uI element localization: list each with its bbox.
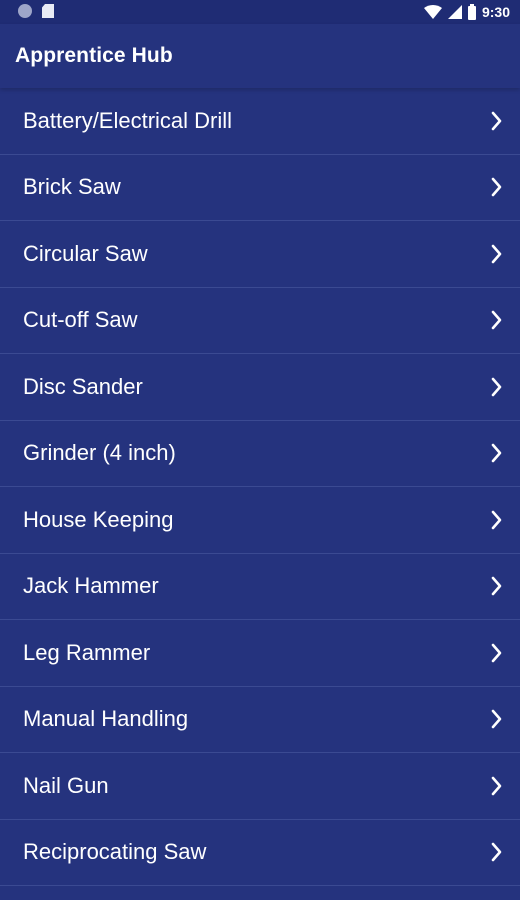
chevron-right-icon	[486, 840, 506, 864]
list-item-reciprocating-saw[interactable]: Reciprocating Saw	[0, 819, 520, 886]
list-item-disc-sander[interactable]: Disc Sander	[0, 354, 520, 421]
list-item-label: Brick Saw	[23, 174, 121, 200]
list-item-grinder[interactable]: Grinder (4 inch)	[0, 420, 520, 487]
list-item-jack-hammer[interactable]: Jack Hammer	[0, 553, 520, 620]
sdcard-icon	[42, 4, 54, 18]
wifi-icon	[423, 5, 442, 19]
status-time: 9:30	[481, 4, 510, 20]
chevron-right-icon	[486, 441, 506, 465]
battery-icon	[467, 4, 476, 20]
chevron-right-icon	[486, 109, 506, 133]
list-item-label: Grinder (4 inch)	[23, 440, 176, 466]
list-item-label: Battery/Electrical Drill	[23, 107, 233, 133]
list-item-label: Leg Rammer	[23, 639, 151, 665]
list-item-label: Reciprocating Saw	[23, 839, 207, 865]
list-item-label: Jack Hammer	[23, 573, 159, 599]
chevron-right-icon	[486, 574, 506, 598]
list-item-manual-handling[interactable]: Manual Handling	[0, 686, 520, 753]
chevron-right-icon	[486, 707, 506, 731]
chevron-right-icon	[486, 641, 506, 665]
tool-list: Battery/Electrical Drill Brick Saw Circu…	[0, 88, 520, 886]
chevron-right-icon	[486, 242, 506, 266]
list-item-house-keeping[interactable]: House Keeping	[0, 487, 520, 554]
cell-signal-icon	[447, 5, 462, 19]
status-bar-left	[18, 4, 54, 18]
chevron-right-icon	[486, 508, 506, 532]
list-item-label: Nail Gun	[23, 772, 109, 798]
list-item-label: Manual Handling	[23, 706, 189, 732]
status-bar-right: 9:30	[423, 1, 510, 23]
list-item-brick-saw[interactable]: Brick Saw	[0, 154, 520, 221]
list-item-cut-off-saw[interactable]: Cut-off Saw	[0, 287, 520, 354]
list-item-leg-rammer[interactable]: Leg Rammer	[0, 620, 520, 687]
list-item-battery-electrical-drill[interactable]: Battery/Electrical Drill	[0, 88, 520, 155]
list-item-label: Disc Sander	[23, 373, 143, 399]
list-item-label: Cut-off Saw	[23, 307, 138, 333]
list-item-label: House Keeping	[23, 506, 174, 532]
list-item-label: Circular Saw	[23, 240, 148, 266]
chevron-right-icon	[486, 308, 506, 332]
notification-circle-icon	[18, 4, 32, 18]
chevron-right-icon	[486, 375, 506, 399]
list-item-circular-saw[interactable]: Circular Saw	[0, 221, 520, 288]
app-bar: Apprentice Hub	[0, 24, 520, 88]
list-item-nail-gun[interactable]: Nail Gun	[0, 753, 520, 820]
chevron-right-icon	[486, 774, 506, 798]
status-bar: 9:30	[0, 0, 520, 24]
app-title: Apprentice Hub	[15, 44, 173, 67]
chevron-right-icon	[486, 175, 506, 199]
